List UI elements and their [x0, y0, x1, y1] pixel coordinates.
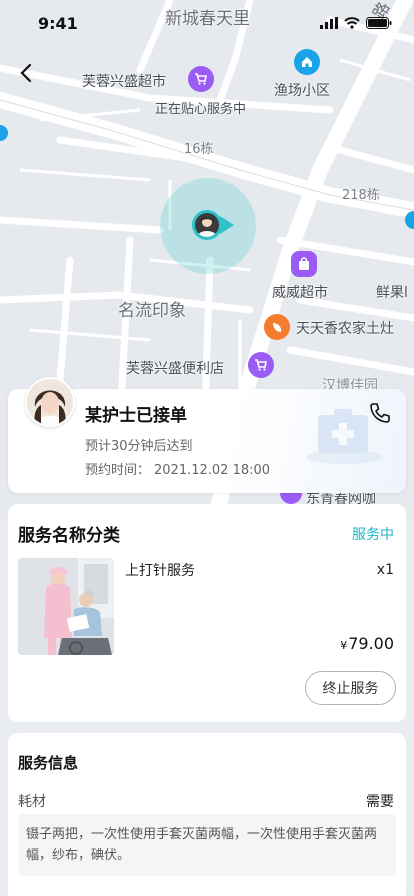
- wifi-icon: [344, 17, 360, 29]
- service-card: 服务名称分类 服务中 上打针服务 x1 ¥79.00 终止服务: [8, 504, 406, 722]
- service-info-card: 服务信息 耗材 需要 镊子两把，一次性使用手套灭菌两幅，一次性使用手套灭菌两幅，…: [8, 733, 406, 896]
- price-value: 79.00: [348, 634, 394, 653]
- currency-symbol: ¥: [340, 639, 348, 652]
- nurse-status-title: 某护士已接单: [85, 406, 187, 426]
- shopping-cart-icon[interactable]: [188, 66, 214, 92]
- map-label-serving: 正在贴心服务中: [155, 102, 247, 117]
- stop-service-button[interactable]: 终止服务: [305, 671, 396, 705]
- service-category-title: 服务名称分类: [18, 526, 120, 546]
- service-quantity: x1: [376, 562, 394, 578]
- chevron-left-icon: [20, 63, 32, 83]
- map-label-building218: 218栋: [342, 188, 380, 203]
- service-price: ¥79.00: [340, 634, 394, 653]
- battery-icon: [366, 17, 392, 29]
- service-item-name: 上打针服务: [125, 563, 195, 579]
- map-label-mingliu: 名流印象: [118, 301, 186, 321]
- material-label: 耗材: [18, 794, 46, 810]
- service-status-badge: 服务中: [352, 527, 394, 543]
- shopping-cart-icon[interactable]: [248, 352, 274, 378]
- back-button[interactable]: [12, 58, 42, 88]
- residential-icon[interactable]: [294, 49, 320, 75]
- status-bar: 9:41: [0, 0, 414, 48]
- material-note: 镊子两把，一次性使用手套灭菌两幅，一次性使用手套灭菌两幅，纱布，碘伏。: [18, 814, 396, 876]
- map-label-tiantian: 天天香农家土灶: [296, 321, 394, 337]
- map-label-xianguo: 鲜果l: [376, 285, 408, 301]
- appointment-value: 2021.12.02 18:00: [154, 463, 271, 478]
- appointment-time: 预约时间： 2021.12.02 18:00: [85, 459, 274, 478]
- shopping-bag-icon[interactable]: [291, 251, 317, 277]
- phone-icon: [370, 403, 390, 423]
- restaurant-icon[interactable]: [264, 314, 290, 340]
- map-label-furong-store: 芙蓉兴盛便利店: [126, 361, 224, 377]
- service-thumbnail[interactable]: [18, 558, 114, 655]
- status-time: 9:41: [38, 14, 78, 33]
- map-label-weiwei: 威威超市: [272, 285, 328, 301]
- direction-arrow-icon: [220, 216, 234, 234]
- eta-text: 预计30分钟后达到: [85, 439, 193, 454]
- service-info-title: 服务信息: [18, 754, 79, 772]
- map-label-building16: 16栋: [184, 142, 214, 157]
- map-label-furong-supermarket: 芙蓉兴盛超市: [82, 74, 166, 90]
- call-button[interactable]: [368, 401, 392, 425]
- signal-icon: [320, 17, 338, 29]
- map-label-yuchang: 渔场小区: [274, 83, 330, 99]
- material-value: 需要: [366, 794, 394, 810]
- appointment-label: 预约时间：: [85, 463, 151, 478]
- nurse-location-avatar[interactable]: [192, 210, 222, 240]
- avatar: [25, 377, 75, 427]
